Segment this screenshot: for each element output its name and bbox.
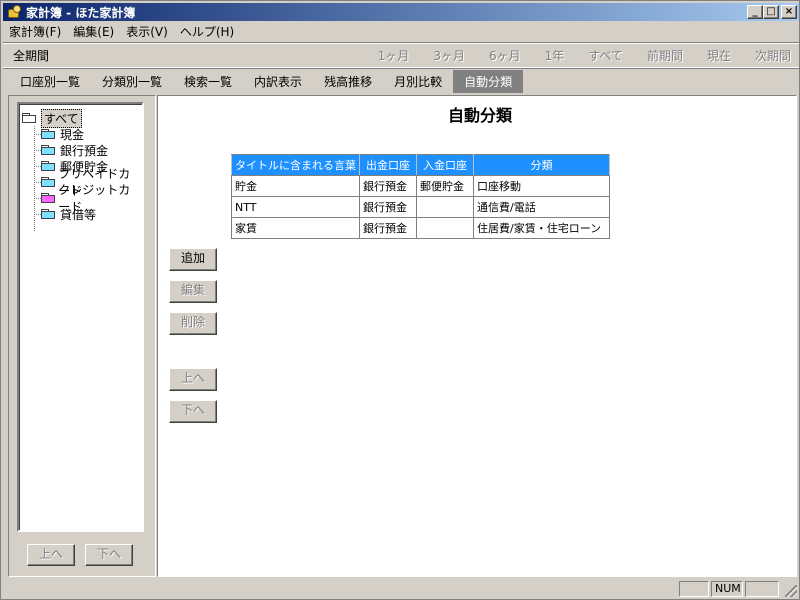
period-bar: 全期間 1ヶ月 3ヶ月 6ヶ月 1年 すべて 前期間 現在 次期間 xyxy=(3,42,799,68)
tree-item-cash[interactable]: 現金 xyxy=(41,126,84,142)
maximize-button[interactable]: □ xyxy=(763,5,779,19)
open-folder-icon xyxy=(22,113,36,123)
close-button[interactable]: × xyxy=(781,5,797,19)
tab-balance-trend[interactable]: 残高推移 xyxy=(313,70,383,93)
menu-help[interactable]: ヘルプ(H) xyxy=(174,23,240,40)
tab-auto-classify[interactable]: 自動分類 xyxy=(453,69,524,93)
tree-down-button[interactable]: 下へ xyxy=(85,544,133,566)
move-up-button[interactable]: 上へ xyxy=(169,368,217,391)
folder-icon xyxy=(41,177,55,187)
table-header-row: タイトルに含まれる言葉 出金口座 入金口座 分類 xyxy=(231,154,610,176)
add-button[interactable]: 追加 xyxy=(169,248,217,271)
folder-icon xyxy=(41,129,55,139)
period-current[interactable]: 現在 xyxy=(707,47,731,64)
cell-keyword: NTT xyxy=(231,196,360,218)
col-category[interactable]: 分類 xyxy=(473,154,610,176)
cell-deposit-account xyxy=(416,217,474,239)
window-title: 家計簿 - ほた家計簿 xyxy=(26,5,136,20)
cell-withdraw-account: 銀行預金 xyxy=(359,196,417,218)
cell-category: 通信費/電話 xyxy=(473,196,610,218)
title-bar[interactable]: 家計簿 - ほた家計簿 _ □ × xyxy=(3,3,799,21)
period-6-months[interactable]: 6ヶ月 xyxy=(489,47,521,64)
period-next[interactable]: 次期間 xyxy=(755,47,791,64)
status-panel-empty xyxy=(745,581,779,597)
tab-breakdown[interactable]: 内訳表示 xyxy=(243,70,313,93)
menu-edit[interactable]: 編集(E) xyxy=(67,23,120,40)
cell-keyword: 貯金 xyxy=(231,175,360,197)
folder-icon xyxy=(41,145,55,155)
resize-grip-icon[interactable] xyxy=(785,585,797,597)
cell-category: 口座移動 xyxy=(473,175,610,197)
tree-item-loans[interactable]: 貸借等 xyxy=(41,206,96,222)
tab-search-list[interactable]: 検索一覧 xyxy=(173,70,243,93)
tree-up-button[interactable]: 上へ xyxy=(27,544,75,566)
tree-item-label: 貸借等 xyxy=(60,207,97,222)
move-down-button[interactable]: 下へ xyxy=(169,400,217,423)
view-tabs: 口座別一覧 分類別一覧 検索一覧 内訳表示 残高推移 月別比較 自動分類 xyxy=(3,69,799,93)
main-panel: 自動分類 タイトルに含まれる言葉 出金口座 入金口座 分類 貯金 銀行預金 郵便… xyxy=(157,95,797,577)
tree-item-credit[interactable]: クレジットカード xyxy=(41,183,142,214)
period-all[interactable]: すべて xyxy=(588,47,623,64)
folder-icon xyxy=(41,161,55,171)
app-icon xyxy=(6,4,22,20)
table-row[interactable]: 家賃 銀行預金 住居費/家賃・住宅ローン xyxy=(231,217,610,239)
period-3-months[interactable]: 3ヶ月 xyxy=(433,47,465,64)
tab-category-list[interactable]: 分類別一覧 xyxy=(91,70,173,93)
period-label: 全期間 xyxy=(13,48,50,63)
cell-withdraw-account: 銀行預金 xyxy=(359,217,417,239)
status-bar: NUM xyxy=(3,579,799,599)
period-1-month[interactable]: 1ヶ月 xyxy=(378,47,410,64)
col-keyword[interactable]: タイトルに含まれる言葉 xyxy=(231,154,360,176)
status-num: NUM xyxy=(711,581,743,597)
delete-button[interactable]: 削除 xyxy=(169,312,217,335)
menu-bar: 家計簿(F) 編集(E) 表示(V) ヘルプ(H) xyxy=(3,22,240,41)
col-withdraw-account[interactable]: 出金口座 xyxy=(359,154,417,176)
tree-item-label: 銀行預金 xyxy=(60,143,109,158)
tree-item-bank[interactable]: 銀行預金 xyxy=(41,142,108,158)
period-1-year[interactable]: 1年 xyxy=(545,47,565,64)
cell-keyword: 家賃 xyxy=(231,217,360,239)
period-previous[interactable]: 前期間 xyxy=(647,47,683,64)
table-row[interactable]: 貯金 銀行預金 郵便貯金 口座移動 xyxy=(231,175,610,197)
account-panel: すべて 現金 銀行預金 郵便貯金 プリペイドカード クレジットカード 貸借等 上… xyxy=(8,95,156,577)
tab-monthly-compare[interactable]: 月別比較 xyxy=(383,70,453,93)
folder-icon xyxy=(41,209,55,219)
account-tree[interactable]: すべて 現金 銀行預金 郵便貯金 プリペイドカード クレジットカード 貸借等 xyxy=(17,102,144,532)
minimize-button[interactable]: _ xyxy=(747,5,763,19)
cell-category: 住居費/家賃・住宅ローン xyxy=(473,217,610,239)
app-window: 家計簿 - ほた家計簿 _ □ × 家計簿(F) 編集(E) 表示(V) ヘルプ… xyxy=(0,0,800,600)
cell-deposit-account: 郵便貯金 xyxy=(416,175,474,197)
page-title: 自動分類 xyxy=(447,106,512,125)
tree-item-all[interactable]: すべて xyxy=(22,108,82,128)
menu-view[interactable]: 表示(V) xyxy=(120,23,174,40)
edit-button[interactable]: 編集 xyxy=(169,280,217,303)
menu-kakeibo[interactable]: 家計簿(F) xyxy=(3,23,67,40)
tree-item-label: 現金 xyxy=(60,127,85,142)
table-row[interactable]: NTT 銀行預金 通信費/電話 xyxy=(231,196,610,218)
cell-deposit-account xyxy=(416,196,474,218)
auto-classify-table[interactable]: タイトルに含まれる言葉 出金口座 入金口座 分類 貯金 銀行預金 郵便貯金 口座… xyxy=(231,154,610,239)
cell-withdraw-account: 銀行預金 xyxy=(359,175,417,197)
status-panel-empty xyxy=(679,581,709,597)
folder-icon xyxy=(41,193,55,203)
col-deposit-account[interactable]: 入金口座 xyxy=(416,154,474,176)
tab-account-list[interactable]: 口座別一覧 xyxy=(9,70,91,93)
